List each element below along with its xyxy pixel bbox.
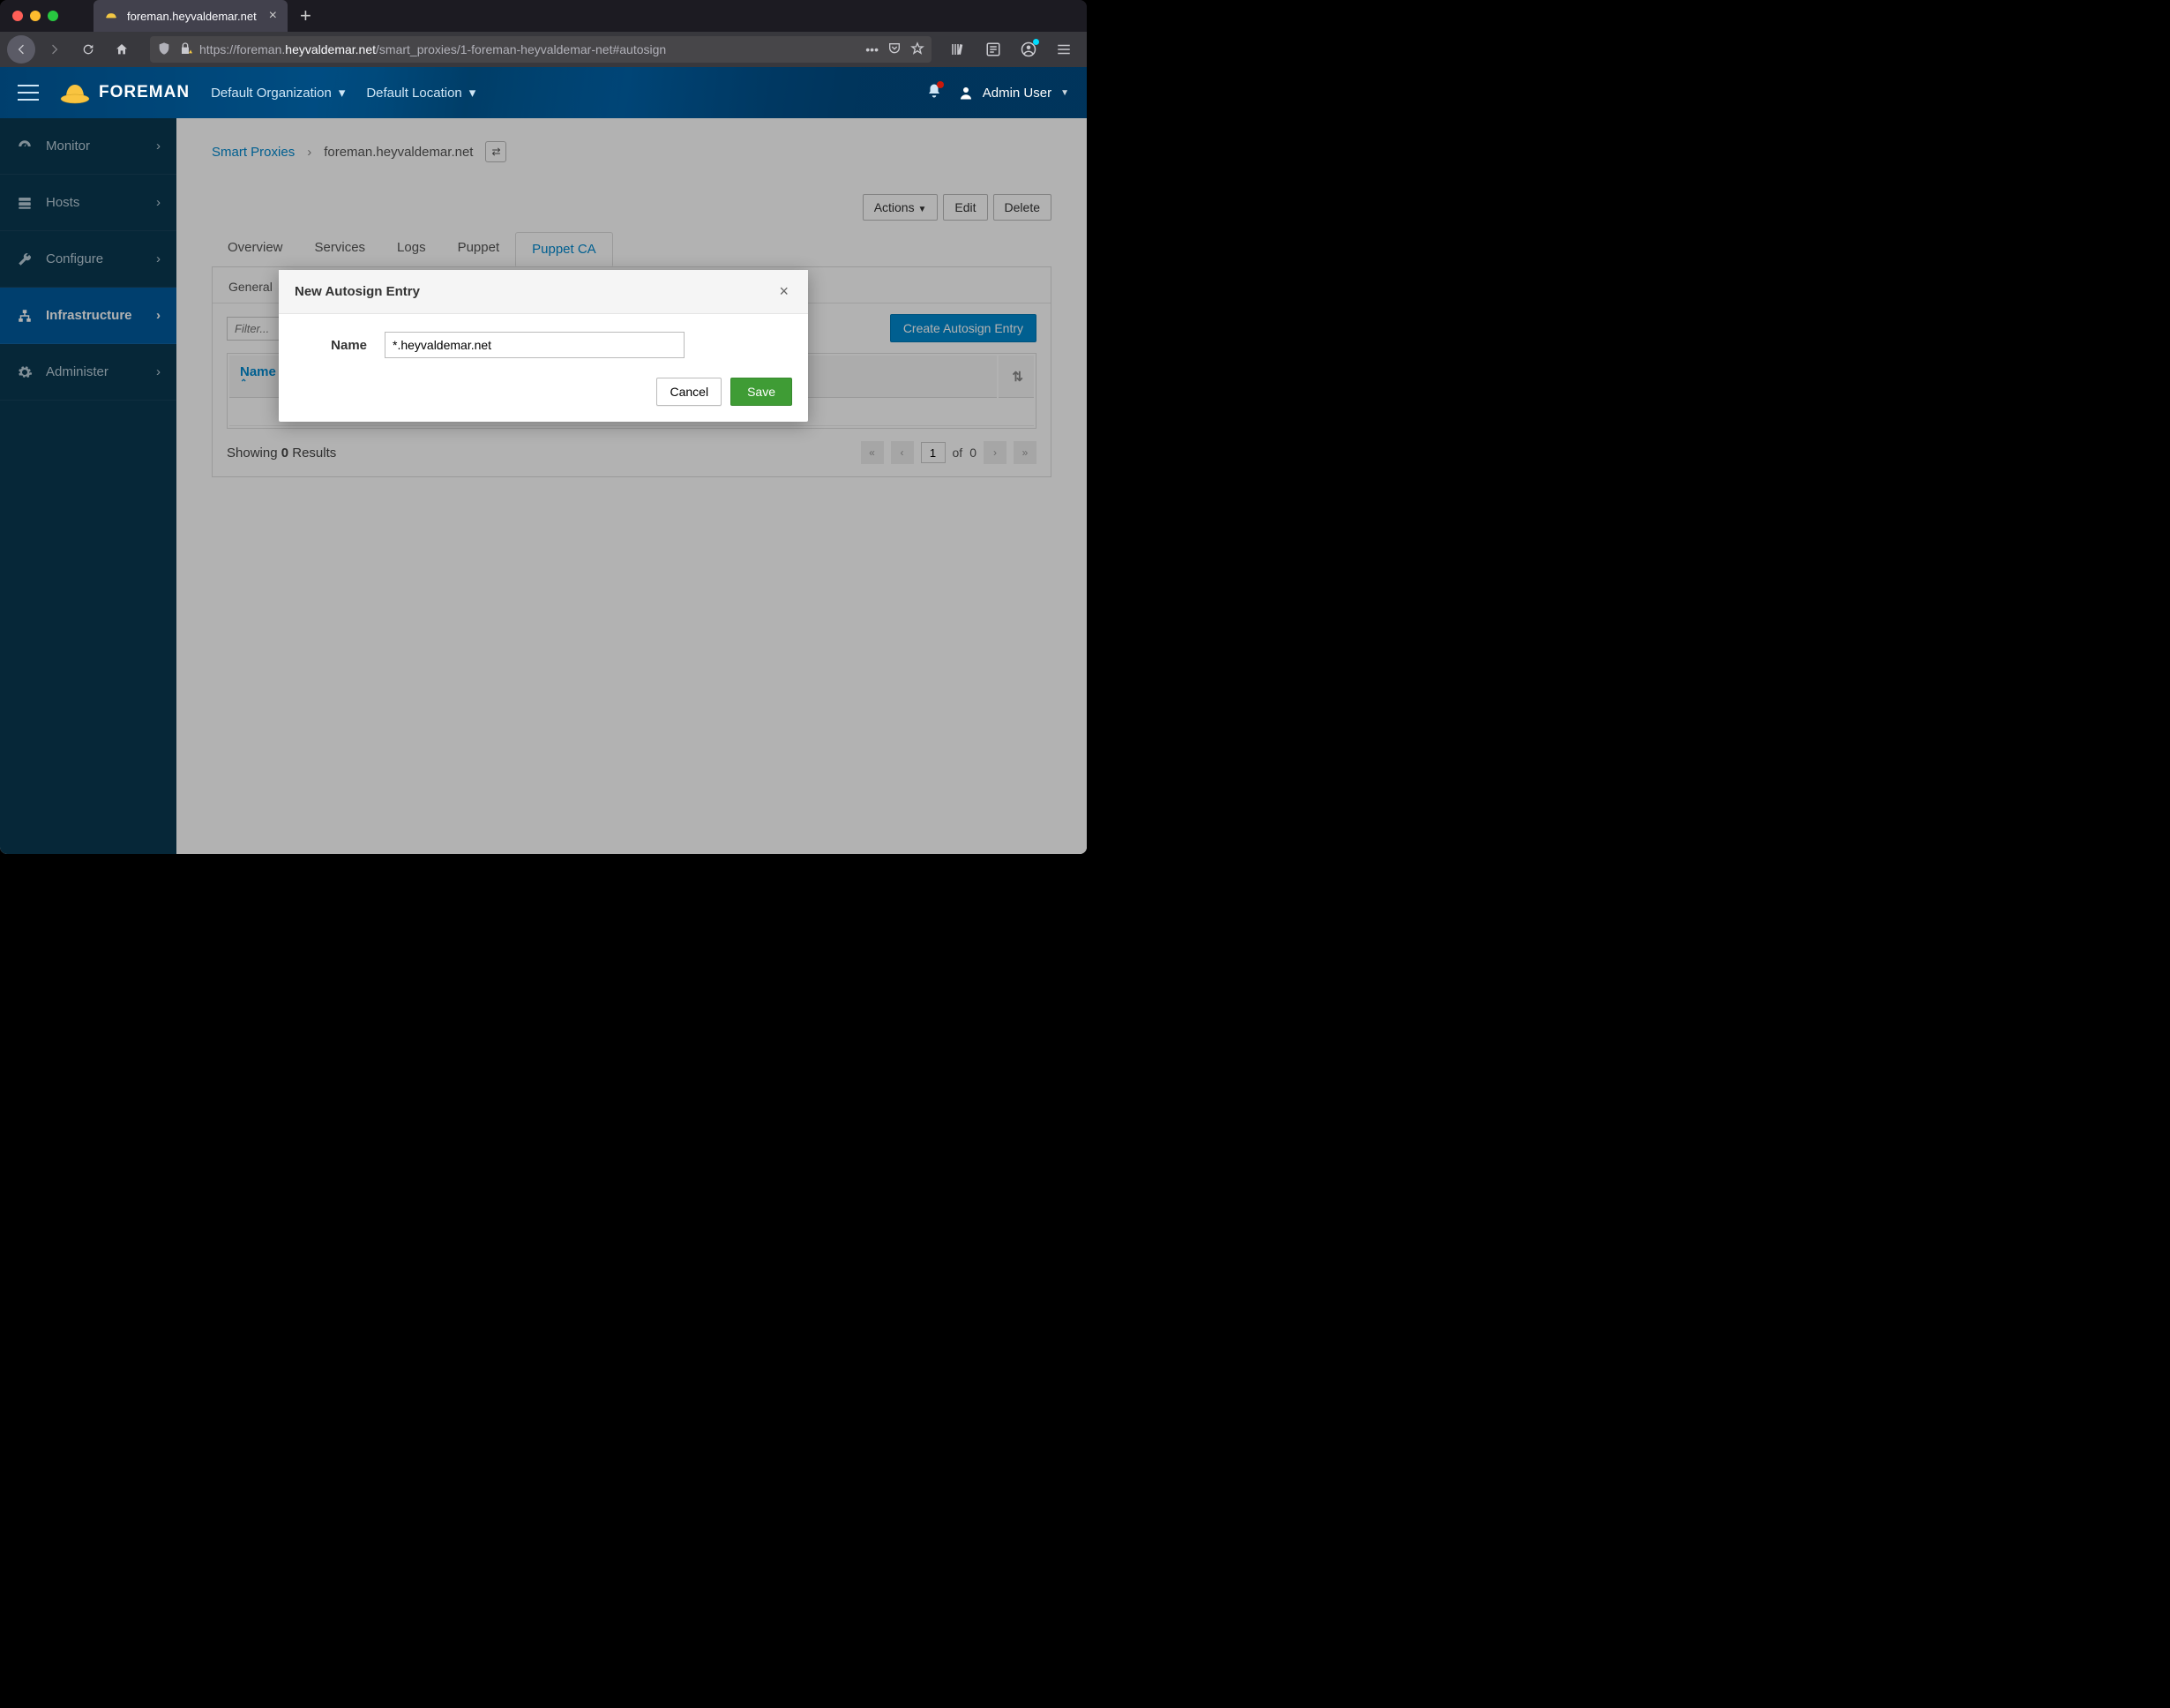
account-icon[interactable] <box>1016 37 1041 62</box>
browser-tab[interactable]: foreman.heyvaldemar.net × <box>94 0 288 32</box>
url-text: https://foreman.heyvaldemar.net/smart_pr… <box>199 42 858 56</box>
shield-icon <box>157 41 171 58</box>
org-selector[interactable]: Default Organization ▾ <box>211 85 345 101</box>
window-minimize-dot[interactable] <box>30 11 41 21</box>
name-input[interactable] <box>385 332 685 358</box>
location-selector[interactable]: Default Location ▾ <box>366 85 475 101</box>
chevron-down-icon: ▾ <box>339 85 346 101</box>
nav-toggle-button[interactable] <box>18 82 39 103</box>
cancel-button[interactable]: Cancel <box>656 378 722 406</box>
nav-forward-button[interactable] <box>41 35 69 64</box>
autosign-modal: New Autosign Entry × Name Cancel Save <box>279 270 808 422</box>
user-menu[interactable]: Admin User ▼ <box>958 85 1069 101</box>
lock-warning-icon <box>178 41 192 58</box>
tab-close-icon[interactable]: × <box>269 8 277 24</box>
close-icon[interactable]: × <box>775 282 792 301</box>
save-button[interactable]: Save <box>730 378 792 406</box>
browser-toolbar: https://foreman.heyvaldemar.net/smart_pr… <box>0 32 1087 67</box>
hat-icon <box>60 81 90 104</box>
caret-down-icon: ▼ <box>1060 88 1069 98</box>
notification-dot <box>937 81 944 88</box>
favicon-hat-icon <box>104 9 118 23</box>
meatball-icon[interactable]: ••• <box>865 42 879 56</box>
nav-reload-button[interactable] <box>74 35 102 64</box>
brand-logo[interactable]: FOREMAN <box>60 81 190 104</box>
browser-tab-title: foreman.heyvaldemar.net <box>127 10 257 23</box>
url-bar[interactable]: https://foreman.heyvaldemar.net/smart_pr… <box>150 36 932 63</box>
reader-view-icon[interactable] <box>981 37 1006 62</box>
modal-title: New Autosign Entry <box>295 284 420 299</box>
app-menu-icon[interactable] <box>1051 37 1076 62</box>
window-maximize-dot[interactable] <box>48 11 58 21</box>
name-label: Name <box>296 338 367 353</box>
pocket-icon[interactable] <box>887 41 902 58</box>
nav-home-button[interactable] <box>108 35 136 64</box>
modal-overlay[interactable]: New Autosign Entry × Name Cancel Save <box>0 67 1087 854</box>
nav-back-button[interactable] <box>7 35 35 64</box>
library-icon[interactable] <box>946 37 970 62</box>
window-close-dot[interactable] <box>12 11 23 21</box>
chevron-down-icon: ▾ <box>469 85 476 101</box>
notifications-bell[interactable] <box>926 83 942 103</box>
window-titlebar: foreman.heyvaldemar.net × + <box>0 0 1087 32</box>
bookmark-star-icon[interactable] <box>910 41 924 58</box>
new-tab-button[interactable]: + <box>288 4 324 27</box>
brand-text: FOREMAN <box>99 83 190 102</box>
